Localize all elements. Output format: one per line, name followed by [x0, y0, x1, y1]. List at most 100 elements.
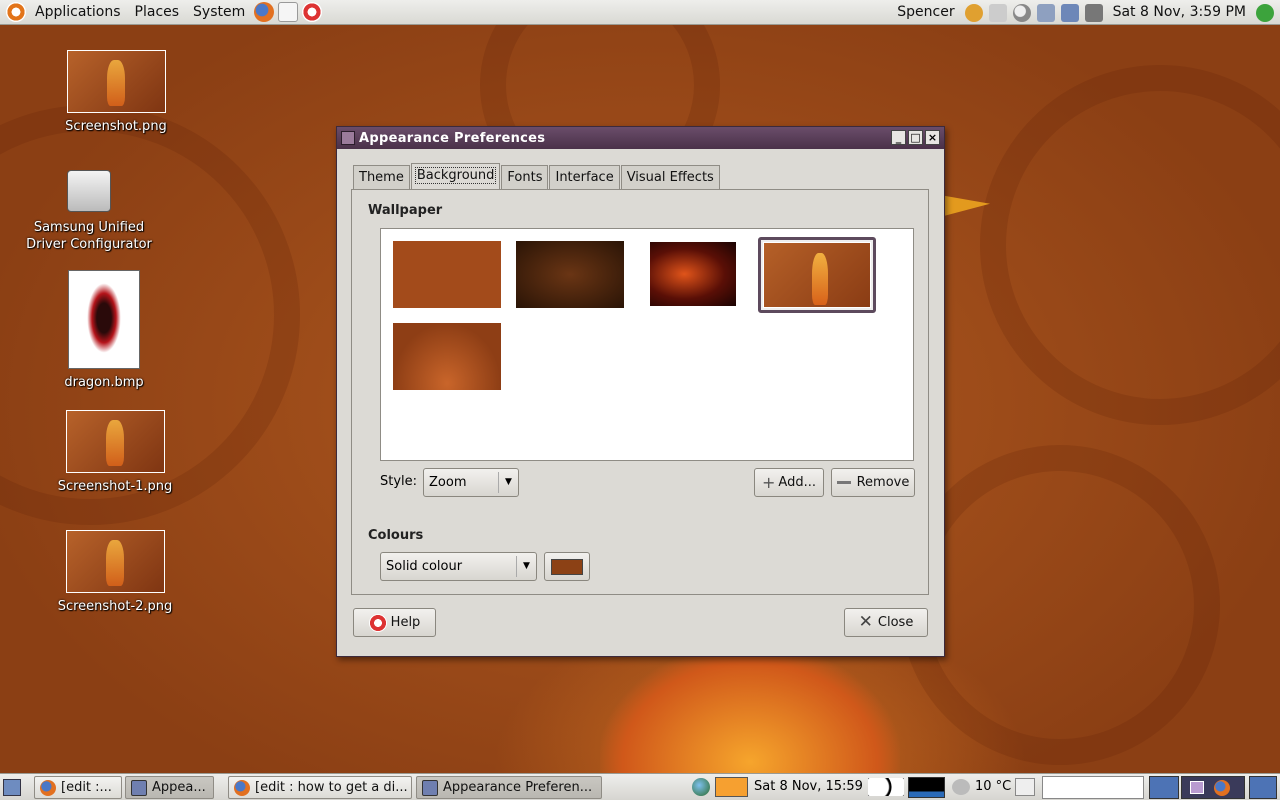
- close-button[interactable]: ✕ Close: [844, 608, 928, 637]
- task-button-firefox-2[interactable]: [edit : how to get a di...: [228, 776, 412, 799]
- user-switcher[interactable]: Spencer: [890, 0, 961, 25]
- eyes-icon: [868, 778, 904, 796]
- tab-theme[interactable]: Theme: [353, 165, 410, 189]
- wallpaper-option[interactable]: [516, 241, 624, 308]
- wallpaper-option-selected[interactable]: [758, 237, 876, 313]
- help-button[interactable]: Help: [353, 608, 436, 637]
- colour-mode-value: Solid colour: [386, 559, 463, 574]
- dropdown-arrow-icon: ▼: [516, 556, 536, 577]
- tab-label: Interface: [555, 170, 614, 185]
- mail-launcher-icon[interactable]: [278, 2, 299, 22]
- task-label: Appearance Preferen...: [443, 780, 593, 795]
- desktop-icon-label: Screenshot-1.png: [57, 479, 173, 494]
- remove-wallpaper-button[interactable]: Remove: [831, 468, 915, 497]
- style-dropdown-value: Zoom: [429, 475, 467, 490]
- image-thumbnail: [65, 410, 165, 473]
- menu-places[interactable]: Places: [128, 0, 187, 25]
- close-window-button[interactable]: ×: [925, 130, 940, 145]
- help-launcher-icon[interactable]: [302, 2, 323, 22]
- ubuntu-logo-icon[interactable]: [6, 2, 26, 22]
- notify-icon[interactable]: [988, 3, 1007, 22]
- window-titlebar[interactable]: Appearance Preferences _ □ ×: [337, 127, 944, 149]
- colours-heading: Colours: [368, 528, 424, 543]
- desktop-icon-screenshot-2[interactable]: Screenshot-2.png: [55, 530, 175, 614]
- window-menu-icon[interactable]: [341, 131, 355, 145]
- tab-fonts[interactable]: Fonts: [501, 165, 549, 189]
- trash-icon[interactable]: [1249, 776, 1277, 799]
- tab-visual-effects[interactable]: Visual Effects: [620, 165, 720, 189]
- task-label: [edit :...: [61, 780, 112, 795]
- printer-icon: [67, 170, 111, 212]
- image-thumbnail: [66, 50, 166, 113]
- close-icon: ✕: [858, 612, 873, 632]
- minus-icon: [836, 481, 851, 484]
- network-icon[interactable]: [1060, 3, 1079, 22]
- add-wallpaper-button[interactable]: + Add...: [754, 468, 824, 497]
- desktop-icon-samsung-driver[interactable]: Samsung Unified Driver Configurator: [24, 170, 154, 253]
- wallpaper-option[interactable]: [393, 323, 501, 390]
- style-dropdown[interactable]: Zoom ▼: [423, 468, 519, 497]
- wallpaper-option[interactable]: [650, 242, 736, 306]
- clipboard-icon[interactable]: [1036, 3, 1055, 22]
- taskbar-clock[interactable]: Sat 8 Nov, 15:59: [754, 779, 863, 794]
- top-panel: Applications Places System Spencer Sat 8…: [0, 0, 1280, 25]
- fish-icon[interactable]: [715, 777, 748, 797]
- menu-system[interactable]: System: [186, 0, 252, 25]
- desktop-icon-label: Screenshot.png: [65, 119, 167, 134]
- plus-icon: +: [762, 473, 776, 492]
- tab-bar: Theme Background Fonts Interface Visual …: [353, 163, 721, 189]
- firefox-launcher-icon[interactable]: [254, 2, 275, 22]
- firefox-icon: [234, 780, 250, 796]
- wallpaper-heading: Wallpaper: [368, 203, 443, 218]
- tab-label: Fonts: [507, 170, 543, 185]
- wallpaper-option[interactable]: [393, 241, 501, 308]
- dragon-image-thumbnail: [68, 270, 140, 369]
- temperature[interactable]: 10 °C: [975, 779, 1011, 794]
- mini-window-icon: [1190, 781, 1204, 794]
- background-tab-panel: Wallpaper Style: Zoom ▼ + Add... Remove: [351, 189, 929, 595]
- show-desktop-icon[interactable]: [3, 779, 21, 796]
- desktop-icon-dragon[interactable]: dragon.bmp: [44, 270, 164, 390]
- clock[interactable]: Sat 8 Nov, 3:59 PM: [1106, 0, 1253, 25]
- wallpaper-preview: [763, 242, 871, 308]
- colour-mode-dropdown[interactable]: Solid colour ▼: [380, 552, 537, 581]
- wallpaper-flame: [600, 645, 900, 773]
- desktop-icon-label: Screenshot-2.png: [57, 599, 173, 614]
- minimize-button[interactable]: _: [891, 130, 906, 145]
- wallpaper-list[interactable]: [380, 228, 914, 461]
- dictionary-icon[interactable]: [1015, 778, 1035, 796]
- task-button-appearance-1[interactable]: Appea...: [125, 776, 214, 799]
- tab-background[interactable]: Background: [410, 163, 501, 189]
- search-icon[interactable]: [1012, 3, 1031, 22]
- close-button-label: Close: [877, 615, 914, 630]
- task-button-appearance-2[interactable]: Appearance Preferen...: [416, 776, 602, 799]
- appearance-preferences-window: Appearance Preferences _ □ × Theme Backg…: [336, 126, 945, 657]
- style-label: Style:: [380, 474, 418, 489]
- desktop-icon-screenshot-1[interactable]: Screenshot-1.png: [55, 410, 175, 494]
- system-monitor-graph[interactable]: [908, 777, 945, 798]
- search-field[interactable]: [1042, 776, 1144, 799]
- maximize-button[interactable]: □: [908, 130, 923, 145]
- window-icon: [422, 780, 438, 796]
- window-icon: [131, 780, 147, 796]
- tab-label: Theme: [359, 170, 404, 185]
- workspace-switcher-2[interactable]: [1181, 776, 1245, 799]
- dropdown-arrow-icon: ▼: [498, 472, 518, 493]
- logout-icon[interactable]: [1256, 3, 1274, 22]
- keys-icon[interactable]: [964, 3, 983, 22]
- globe-icon[interactable]: [692, 778, 710, 796]
- colour-swatch: [551, 558, 583, 575]
- remove-button-label: Remove: [856, 475, 910, 490]
- window-title: Appearance Preferences: [359, 130, 546, 146]
- volume-icon[interactable]: [1084, 3, 1103, 22]
- desktop-icon-screenshot[interactable]: Screenshot.png: [56, 50, 176, 134]
- menu-applications[interactable]: Applications: [28, 0, 128, 25]
- task-button-firefox-1[interactable]: [edit :...: [34, 776, 122, 799]
- bottom-panel: [edit :... Appea... [edit : how to get a…: [0, 773, 1280, 800]
- wallpaper-swirl: [900, 445, 1220, 765]
- weather-icon[interactable]: [952, 779, 970, 795]
- tab-interface[interactable]: Interface: [549, 165, 620, 189]
- workspace-switcher-1[interactable]: [1149, 776, 1179, 799]
- colour-picker-button[interactable]: [544, 552, 590, 581]
- tab-label: Visual Effects: [626, 170, 714, 185]
